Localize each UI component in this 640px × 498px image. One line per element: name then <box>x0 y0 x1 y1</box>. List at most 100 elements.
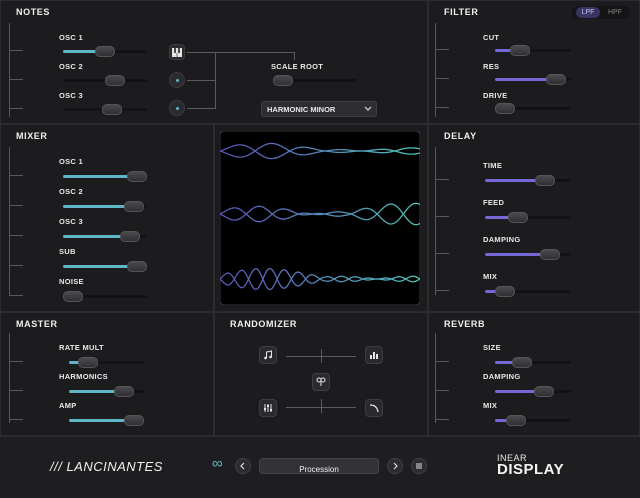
notes-osc1-slider[interactable] <box>63 46 147 57</box>
bracket-tick <box>435 361 449 362</box>
delay-title: DELAY <box>444 131 477 141</box>
mixer-bracket <box>9 147 10 295</box>
slider-knob[interactable] <box>124 201 145 212</box>
bracket-tick <box>9 79 23 80</box>
slider-knob[interactable] <box>506 415 527 426</box>
delay-damping-label: DAMPING <box>483 235 521 244</box>
slider-knob[interactable] <box>535 175 556 186</box>
slider-knob[interactable] <box>494 286 515 297</box>
random-master-button[interactable] <box>259 399 277 417</box>
delay-damping-slider[interactable] <box>485 249 571 260</box>
master-bracket <box>9 333 10 423</box>
lpf-option[interactable]: LPF <box>576 7 600 18</box>
drive-label: DRIVE <box>483 91 508 100</box>
slider-knob[interactable] <box>113 386 134 397</box>
harmonics-slider[interactable] <box>69 386 145 397</box>
slider-knob[interactable] <box>545 74 566 85</box>
osc2-dot-toggle[interactable] <box>169 72 185 88</box>
notes-osc2-slider[interactable] <box>63 75 147 86</box>
filter-type-toggle[interactable]: LPF HPF <box>572 6 630 19</box>
next-preset-button[interactable] <box>387 458 403 474</box>
slider-knob[interactable] <box>534 386 555 397</box>
slider-knob[interactable] <box>507 212 528 223</box>
mixer-sub-slider[interactable] <box>63 261 147 272</box>
mixer-noise-slider[interactable] <box>63 291 147 302</box>
randomizer-panel: RANDOMIZER <box>214 312 428 436</box>
bracket-tick <box>9 390 23 391</box>
preset-display[interactable]: Procession <box>259 458 379 474</box>
rate-mult-slider[interactable] <box>69 357 145 368</box>
bracket-tick <box>435 107 449 108</box>
curve-icon <box>369 404 379 413</box>
random-mixer-button[interactable] <box>365 346 383 364</box>
slider-knob[interactable] <box>539 249 560 260</box>
menu-button[interactable] <box>411 458 427 474</box>
slider-knob[interactable] <box>123 415 144 426</box>
delay-feed-slider[interactable] <box>485 212 571 223</box>
slider-knob[interactable] <box>101 104 122 115</box>
mixer-osc1-slider[interactable] <box>63 171 147 182</box>
piano-icon[interactable] <box>169 44 185 60</box>
random-notes-button[interactable] <box>259 346 277 364</box>
dot-icon <box>175 106 179 110</box>
scale-root-slider[interactable] <box>273 75 357 86</box>
reverb-size-slider[interactable] <box>495 357 571 368</box>
reverb-bracket <box>435 333 436 423</box>
random-all-button[interactable] <box>312 373 330 391</box>
notes-osc2-label: OSC 2 <box>59 62 84 71</box>
hpf-option[interactable]: HPF <box>603 7 627 18</box>
slider-knob[interactable] <box>511 357 532 368</box>
slider-knob[interactable] <box>78 357 98 368</box>
tree-line <box>187 80 215 81</box>
delay-mix-slider[interactable] <box>485 286 571 297</box>
filter-panel: FILTER LPF HPF CUT RES DRIVE <box>428 0 640 124</box>
footer-bar: /// LANCINANTES ∞ Procession INEAR DISPL… <box>0 436 640 498</box>
slider-knob[interactable] <box>120 231 141 242</box>
amp-slider[interactable] <box>69 415 145 426</box>
mixer-osc3-slider[interactable] <box>63 231 147 242</box>
bracket-tick <box>435 179 449 180</box>
delay-feed-label: FEED <box>483 198 505 207</box>
tree-line <box>294 52 295 60</box>
slider-knob[interactable] <box>126 261 147 272</box>
bracket-tick <box>9 295 23 296</box>
prev-preset-button[interactable] <box>235 458 251 474</box>
slider-knob[interactable] <box>273 75 293 86</box>
res-label: RES <box>483 62 500 71</box>
tree-line <box>321 399 322 413</box>
slider-knob[interactable] <box>63 291 83 302</box>
scale-select[interactable]: HARMONIC MINOR <box>261 101 377 117</box>
notes-panel: NOTES OSC 1 OSC 2 OSC 3 SCALE ROOT HARMO… <box>0 0 428 124</box>
delay-panel: DELAY TIME FEED DAMPING MIX <box>428 124 640 312</box>
bracket-tick <box>9 205 23 206</box>
notes-osc3-slider[interactable] <box>63 104 147 115</box>
amp-label: AMP <box>59 401 77 410</box>
bracket-tick <box>9 235 23 236</box>
reverb-mix-slider[interactable] <box>495 415 571 426</box>
osc3-dot-toggle[interactable] <box>169 100 185 116</box>
bracket-tick <box>435 290 449 291</box>
slider-fill <box>63 175 137 178</box>
slider-knob[interactable] <box>510 45 531 56</box>
slider-knob[interactable] <box>95 46 115 57</box>
delay-time-slider[interactable] <box>485 175 571 186</box>
link-icon[interactable]: ∞ <box>212 456 223 471</box>
bracket-tick <box>9 265 23 266</box>
reverb-size-label: SIZE <box>483 343 501 352</box>
slider-fill <box>63 265 137 268</box>
music-note-icon <box>264 350 272 360</box>
reverb-damping-slider[interactable] <box>495 386 571 397</box>
slider-knob[interactable] <box>126 171 147 182</box>
harmonics-label: HARMONICS <box>59 372 108 381</box>
random-effects-button[interactable] <box>365 399 383 417</box>
filter-bracket <box>435 23 436 117</box>
cut-slider[interactable] <box>495 45 571 56</box>
res-slider[interactable] <box>495 74 571 85</box>
reverb-title: REVERB <box>444 319 486 329</box>
drive-slider[interactable] <box>495 103 571 114</box>
slider-knob[interactable] <box>495 103 515 114</box>
bracket-tick <box>9 361 23 362</box>
randomizer-title: RANDOMIZER <box>230 319 297 329</box>
slider-knob[interactable] <box>105 75 126 86</box>
mixer-osc2-slider[interactable] <box>63 201 147 212</box>
